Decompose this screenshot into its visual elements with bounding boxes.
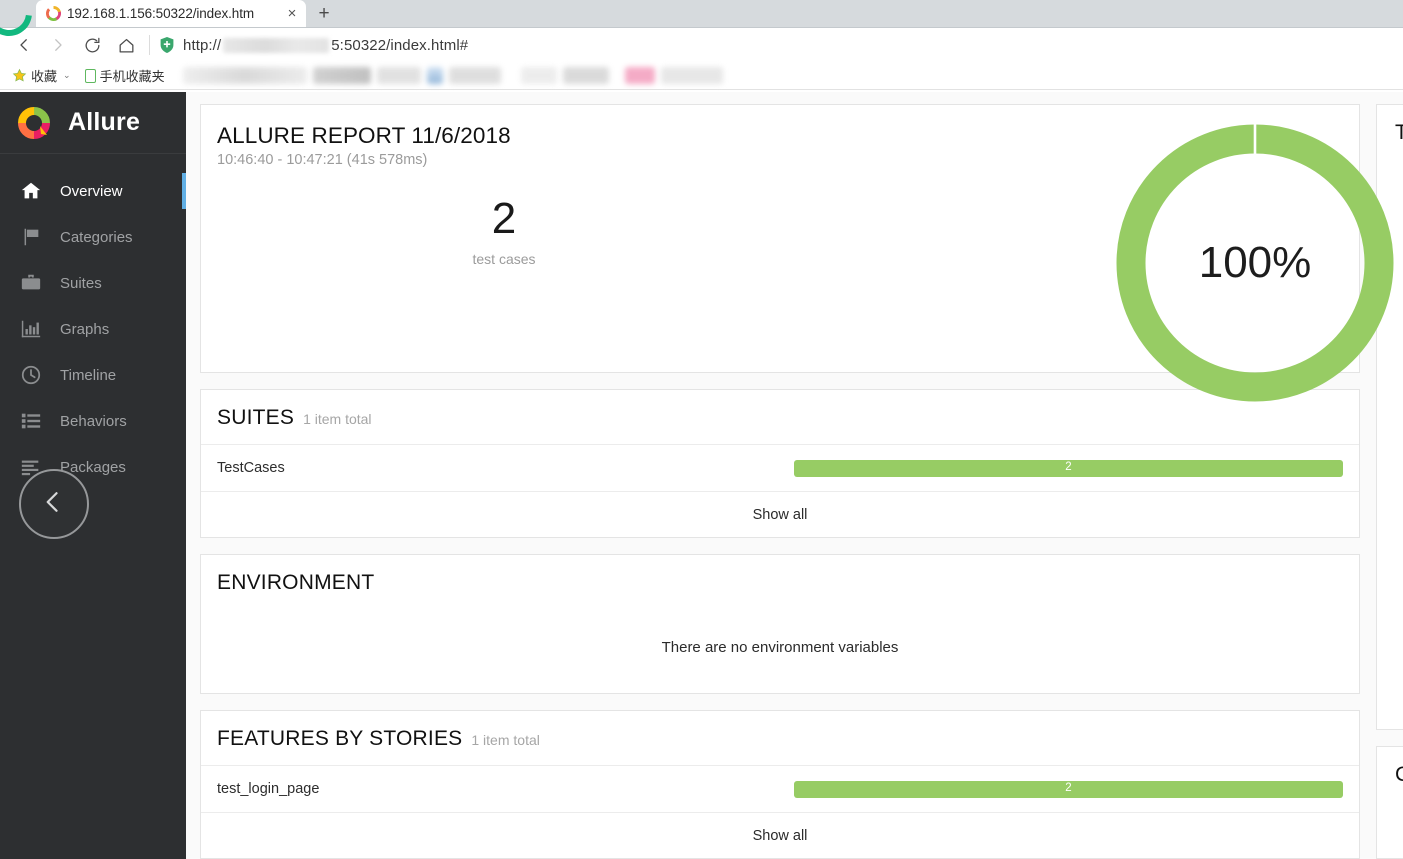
brand-name: Allure — [68, 108, 141, 136]
sidebar-item-label: Graphs — [60, 320, 110, 338]
bookmark-redacted-9[interactable] — [660, 67, 723, 84]
url-redacted-host — [223, 37, 330, 53]
feature-name: test_login_page — [217, 781, 320, 797]
primary-column: ALLURE REPORT 11/6/2018 10:46:40 - 10:47… — [200, 104, 1394, 859]
status-bar[interactable]: 2 — [794, 780, 1343, 798]
list-icon — [18, 410, 44, 432]
toolbar-divider — [149, 35, 150, 55]
allure-app: Allure Overview Categories Suites Graphs… — [0, 92, 1403, 859]
bookmarks-bar: 收藏 ⌄ 手机收藏夹 — [0, 62, 1403, 90]
features-subtitle: 1 item total — [471, 732, 540, 748]
sidebar: Allure Overview Categories Suites Graphs… — [0, 92, 186, 859]
features-header: FEATURES BY STORIES 1 item total — [201, 711, 1359, 766]
report-title: ALLURE REPORT 11/6/2018 — [217, 123, 511, 148]
bookmark-redacted-3[interactable] — [376, 67, 421, 84]
suite-name: TestCases — [217, 460, 285, 476]
chevron-left-icon — [39, 487, 69, 522]
sidebar-item-label: Suites — [60, 274, 102, 292]
address-bar[interactable]: http:// 5:50322/index.html# — [159, 30, 1403, 60]
allure-favicon — [46, 6, 61, 21]
suites-show-all-link[interactable]: Show all — [201, 492, 1359, 537]
bookmark-favorites-label: 收藏 — [31, 69, 58, 84]
bookmark-mobile-folder[interactable]: 手机收藏夹 — [84, 66, 165, 85]
test-case-count: 2 test cases — [444, 194, 564, 268]
test-case-count-label: test cases — [472, 251, 536, 267]
bookmark-redacted-2[interactable] — [312, 67, 371, 84]
test-case-count-value: 2 — [491, 194, 517, 243]
report-timerange: 10:46:40 - 10:47:21 (41s 578ms) — [217, 152, 428, 168]
url-tail: 5:50322/index.html# — [331, 36, 469, 54]
suite-bar-area: 2 — [793, 459, 1343, 477]
suites-title: SUITES — [217, 406, 295, 429]
donut-center-label: 100% — [1198, 238, 1312, 287]
sidebar-item-timeline[interactable]: Timeline — [0, 352, 186, 398]
address-bar-text: http:// 5:50322/index.html# — [183, 37, 468, 54]
chevron-down-icon[interactable]: ⌄ — [63, 70, 71, 81]
clock-icon — [18, 364, 44, 386]
sidebar-item-categories[interactable]: Categories — [0, 214, 186, 260]
brand[interactable]: Allure — [0, 92, 186, 154]
sidebar-item-label: Behaviors — [60, 412, 127, 430]
feature-bar-area: 2 — [793, 780, 1343, 798]
forward-button[interactable] — [42, 30, 74, 60]
bookmark-redacted-5[interactable] — [448, 67, 501, 84]
main-content: ALLURE REPORT 11/6/2018 10:46:40 - 10:47… — [186, 92, 1403, 859]
bookmark-redacted-8[interactable] — [624, 67, 655, 84]
bookmark-redacted-6[interactable] — [520, 67, 557, 84]
home-button[interactable] — [110, 30, 142, 60]
bookmark-redacted-1[interactable] — [182, 67, 307, 84]
sidebar-item-suites[interactable]: Suites — [0, 260, 186, 306]
sidebar-item-label: Overview — [60, 182, 123, 200]
phone-icon — [84, 68, 96, 83]
environment-title: ENVIRONMENT — [217, 571, 375, 594]
browser-window: 192.168.1.156:50322/index.htm × + http:/… — [0, 0, 1403, 859]
bookmark-redacted-7[interactable] — [562, 67, 609, 84]
tab-close-icon[interactable]: × — [284, 6, 300, 21]
bookmark-redacted-4[interactable] — [426, 67, 443, 84]
categories-title: C — [1395, 763, 1403, 787]
bookmark-mobile-label: 手机收藏夹 — [99, 69, 165, 84]
categories-widget: C — [1376, 745, 1403, 859]
tab-strip: 192.168.1.156:50322/index.htm × + — [0, 0, 1403, 46]
reload-button[interactable] — [76, 30, 108, 60]
features-by-stories-widget: FEATURES BY STORIES 1 item total test_lo… — [200, 710, 1360, 859]
sidebar-nav: Overview Categories Suites Graphs Timeli… — [0, 154, 186, 490]
sidebar-item-overview[interactable]: Overview — [0, 168, 186, 214]
summary-left: ALLURE REPORT 11/6/2018 10:46:40 - 10:47… — [201, 105, 821, 372]
sidebar-item-graphs[interactable]: Graphs — [0, 306, 186, 352]
tab-strip-empty-area — [339, 0, 1403, 27]
suites-subtitle: 1 item total — [303, 411, 372, 427]
url-scheme: http:// — [183, 36, 222, 54]
features-show-all-link[interactable]: Show all — [201, 813, 1359, 858]
environment-header: ENVIRONMENT — [201, 555, 1359, 601]
sidebar-item-behaviors[interactable]: Behaviors — [0, 398, 186, 444]
shield-icon — [159, 36, 175, 54]
bookmark-favorites[interactable]: 收藏 ⌄ — [12, 66, 71, 85]
table-row[interactable]: test_login_page 2 — [201, 766, 1359, 813]
tab-title: 192.168.1.156:50322/index.htm — [67, 6, 255, 21]
status-donut-chart[interactable]: 100% — [1105, 113, 1403, 413]
flag-icon — [18, 226, 44, 248]
status-bar[interactable]: 2 — [794, 459, 1343, 477]
allure-logo-icon — [16, 105, 52, 141]
sidebar-collapse-button[interactable] — [19, 469, 89, 539]
star-icon — [12, 68, 27, 83]
briefcase-icon — [18, 272, 44, 294]
new-tab-button[interactable]: + — [309, 1, 339, 27]
browser-tab[interactable]: 192.168.1.156:50322/index.htm × — [36, 0, 306, 27]
navigation-toolbar: http:// 5:50322/index.html# — [0, 28, 1403, 62]
environment-empty-message: There are no environment variables — [661, 638, 899, 656]
environment-widget: ENVIRONMENT There are no environment var… — [200, 554, 1360, 694]
home-icon — [18, 180, 44, 202]
bar-chart-icon — [18, 318, 44, 340]
sidebar-item-label: Timeline — [60, 366, 117, 384]
features-title: FEATURES BY STORIES — [217, 727, 463, 750]
sidebar-item-label: Categories — [60, 228, 133, 246]
summary-widget: ALLURE REPORT 11/6/2018 10:46:40 - 10:47… — [200, 104, 1394, 402]
table-row[interactable]: TestCases 2 — [201, 445, 1359, 492]
